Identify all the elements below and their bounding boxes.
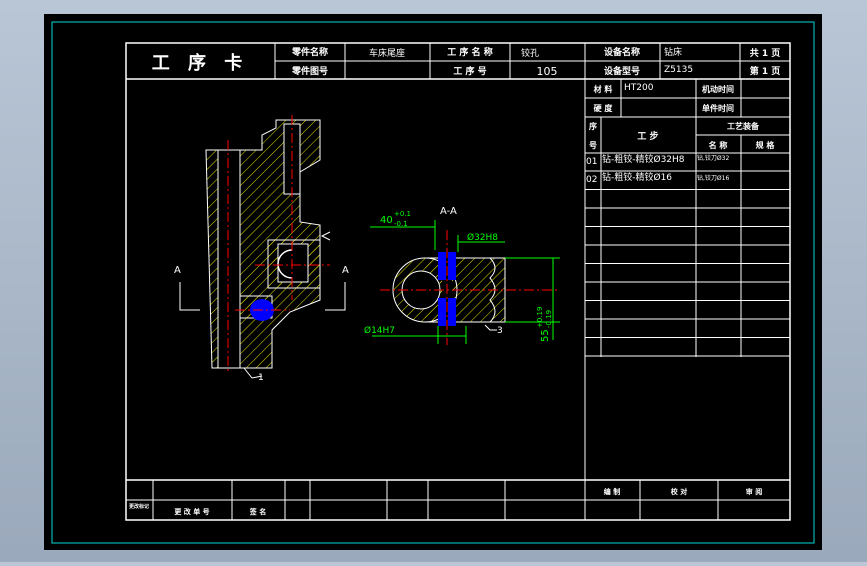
equip-model-value: Z5135 (664, 65, 693, 75)
tool-spec-label: 规 格 (756, 140, 776, 150)
page-number: 第 1 页 (750, 65, 781, 77)
step-2-desc: 钻-粗铰-精铰Ø16 (602, 171, 672, 183)
step-2-no: 02 (586, 175, 597, 185)
step-label: 工 步 (637, 130, 658, 142)
process-no-value: 105 (537, 65, 558, 78)
compile-label: 编 制 (604, 487, 620, 496)
change-no-label: 更 改 单 号 (174, 507, 209, 516)
dim-40: 40 (380, 215, 393, 226)
cad-window: 工 序 卡 零件名称 车床尾座 零件图号 工 序 名 称 铰孔 工 序 号 10… (0, 0, 867, 562)
leader-label-3: 3 (497, 326, 503, 336)
part-no-label: 零件图号 (291, 65, 328, 77)
step-2-tool: 钻,铰刀Ø16 (697, 174, 729, 182)
part-name-value: 车床尾座 (369, 47, 405, 59)
machine-time-label: 机动时间 (702, 84, 734, 94)
dim-40-tol-lower: -0.1 (394, 220, 408, 228)
process-name-value: 铰孔 (521, 47, 539, 59)
step-1-tool: 钻,铰刀Ø32 (697, 154, 729, 162)
section-title: A-A (440, 206, 457, 217)
section-label-right: A (342, 265, 349, 276)
card-title: 工 序 卡 (152, 52, 249, 74)
seq-label-bottom: 号 (589, 141, 597, 150)
total-pages: 共 1 页 (750, 47, 781, 59)
check-label: 校 对 (671, 487, 687, 496)
material-label: 材 料 (594, 84, 613, 94)
equip-name-label: 设备名称 (604, 46, 640, 58)
dim-55: 55 (540, 329, 551, 342)
hardness-label: 硬 度 (594, 103, 614, 113)
dim-14h7: Ø14H7 (364, 325, 395, 336)
tool-name-label: 名 称 (709, 140, 728, 150)
equipment-label: 工艺装备 (727, 121, 760, 131)
change-mark-label: 更改标记 (129, 503, 149, 510)
equip-model-label: 设备型号 (604, 65, 640, 77)
dim-32h8: Ø32H8 (467, 232, 498, 243)
review-label: 审 阅 (746, 487, 762, 496)
dim-55-tol-upper: +0.19 (536, 307, 544, 328)
process-name-label: 工 序 名 称 (447, 46, 492, 58)
dim-55-tol-lower: -0.19 (545, 310, 553, 328)
part-name-label: 零件名称 (291, 46, 328, 58)
section-label-left: A (174, 265, 181, 276)
equip-name-value: 钻床 (664, 46, 682, 58)
step-1-desc: 钻-粗铰-精铰Ø32H8 (602, 153, 685, 165)
unit-time-label: 单件时间 (702, 103, 734, 113)
process-card-drawing: 工 序 卡 零件名称 车床尾座 零件图号 工 序 名 称 铰孔 工 序 号 10… (44, 14, 822, 550)
signature-label: 签 名 (249, 507, 266, 516)
leader-label-1: 1 (258, 373, 264, 383)
dim-40-tol-upper: +0.1 (394, 210, 411, 218)
seq-label-top: 序 (589, 121, 597, 131)
material-value: HT200 (624, 83, 654, 93)
step-1-no: 01 (586, 157, 597, 167)
process-no-label: 工 序 号 (453, 65, 486, 77)
